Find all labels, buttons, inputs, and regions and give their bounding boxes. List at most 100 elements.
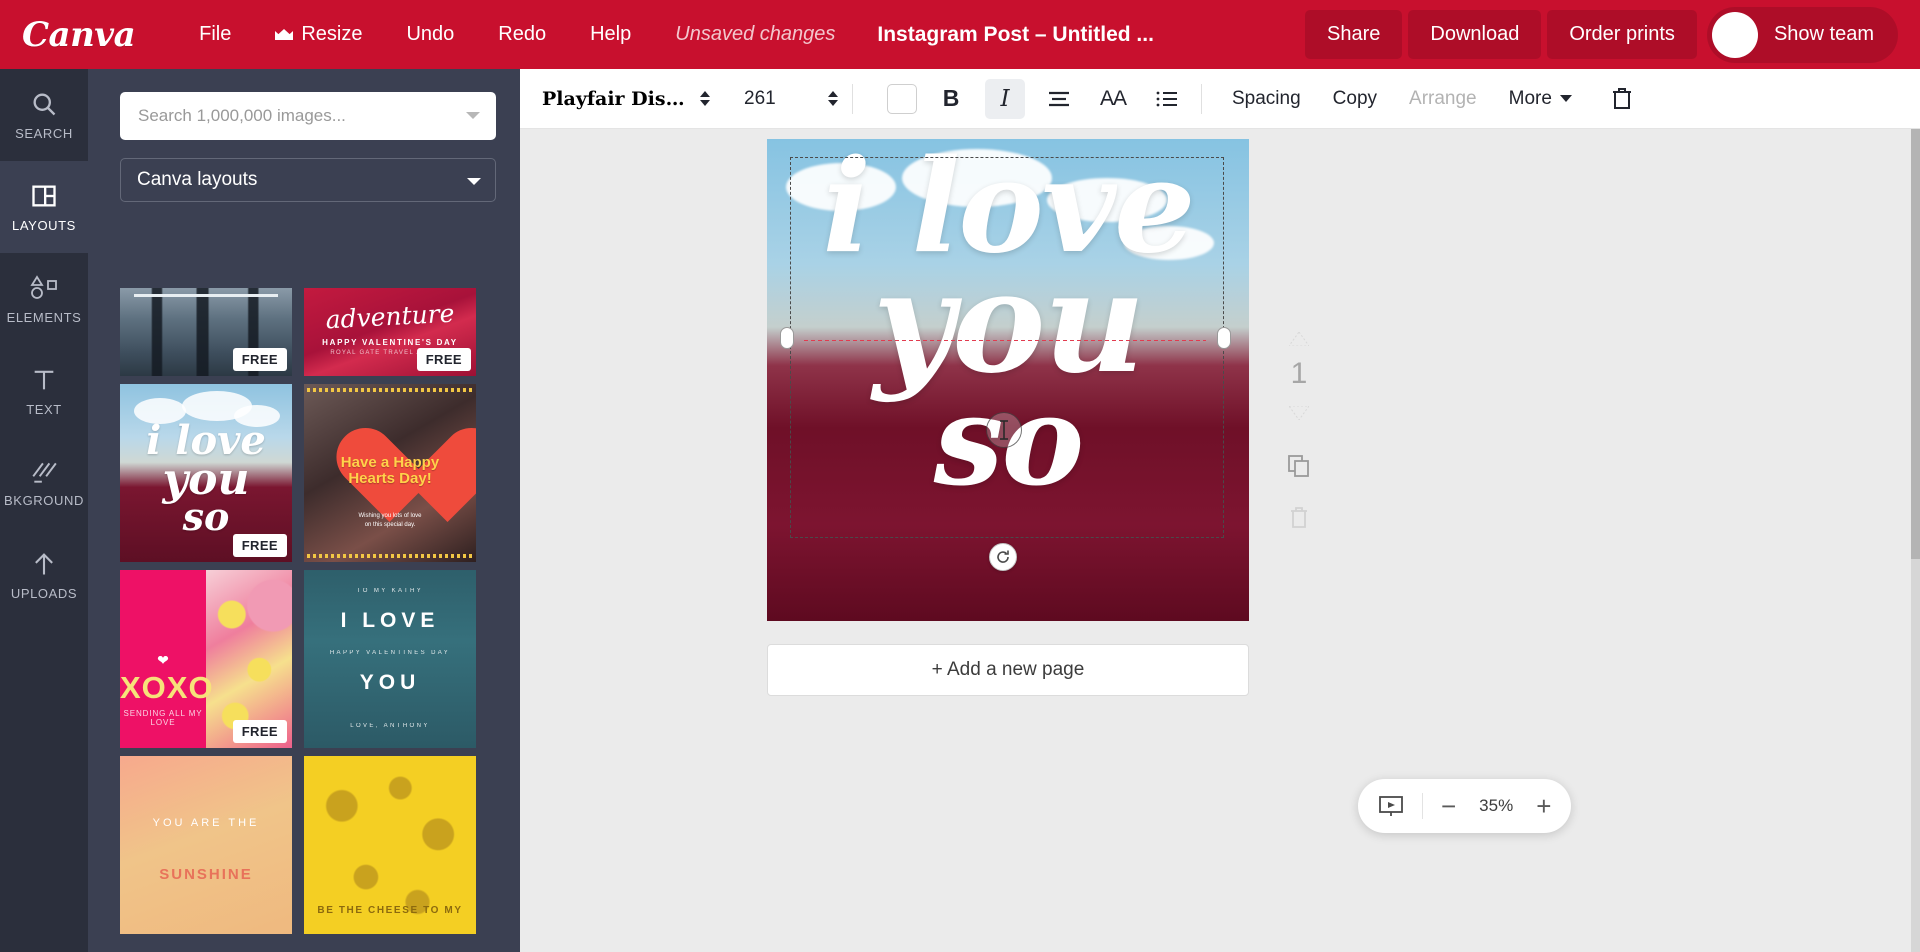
canva-logo[interactable]: Canva bbox=[22, 15, 136, 55]
cheese-art: BE THE CHEESE TO MY bbox=[304, 756, 476, 934]
arrange-button: Arrange bbox=[1409, 87, 1477, 109]
download-button[interactable]: Download bbox=[1408, 10, 1542, 59]
chevron-down-icon bbox=[467, 178, 481, 185]
present-icon[interactable] bbox=[1378, 794, 1404, 818]
show-team-button[interactable]: Show team bbox=[1706, 6, 1898, 63]
sidebar-label-layouts: LAYOUTS bbox=[12, 217, 76, 233]
sidebar-item-search[interactable]: SEARCH bbox=[0, 69, 88, 161]
font-size-value[interactable]: 261 bbox=[744, 88, 820, 110]
sidebar-item-elements[interactable]: ELEMENTS bbox=[0, 253, 88, 345]
design-line-2: you bbox=[872, 240, 1146, 405]
yat-line1: YOU ARE THE bbox=[152, 816, 260, 829]
zoom-in-button[interactable]: + bbox=[1536, 793, 1551, 819]
search-input[interactable] bbox=[120, 92, 496, 140]
alignment-guide bbox=[804, 340, 1206, 341]
i-love-you-teal-art: TO MY KATHY I LOVE HAPPY VALENTINES DAY … bbox=[304, 570, 476, 748]
layout-thumbnail-xoxo[interactable]: ❤ XOXO SENDING ALL MY LOVE FREE bbox=[120, 570, 292, 748]
layout-thumbnail-i-love-you-so[interactable]: i love you so FREE bbox=[120, 384, 292, 562]
delete-page-icon[interactable] bbox=[1279, 501, 1319, 535]
menu-help[interactable]: Help bbox=[574, 15, 647, 54]
sidebar-label-text: TEXT bbox=[26, 401, 62, 417]
font-family-stepper[interactable] bbox=[700, 91, 710, 106]
zoom-control: − 35% + bbox=[1358, 779, 1572, 833]
copy-button[interactable]: Copy bbox=[1317, 79, 1393, 119]
heart-icon: ❤ bbox=[157, 651, 169, 668]
cheese-line1: BE THE CHEESE TO MY bbox=[317, 905, 463, 917]
menu-undo-label: Undo bbox=[406, 23, 455, 45]
zoom-divider bbox=[1422, 793, 1423, 819]
trash-icon[interactable] bbox=[1602, 79, 1642, 119]
free-badge: FREE bbox=[232, 720, 287, 743]
ily-post: LOVE, ANTHONY bbox=[350, 723, 430, 730]
page-down-button[interactable] bbox=[1279, 399, 1319, 427]
you-are-the-art: YOU ARE THE SUNSHINE bbox=[120, 756, 292, 934]
text-case-button[interactable]: AA bbox=[1093, 79, 1133, 119]
page-up-button[interactable] bbox=[1279, 325, 1319, 353]
hearts-sub: Wishing you lots of love on this special… bbox=[358, 513, 422, 529]
text-color-swatch[interactable] bbox=[887, 83, 917, 114]
ily-big2: YOU bbox=[359, 671, 421, 695]
save-status: Unsaved changes bbox=[675, 23, 836, 45]
sidebar-label-background: BKGROUND bbox=[4, 492, 84, 508]
rotate-handle[interactable] bbox=[989, 543, 1017, 571]
sidebar-item-background[interactable]: BKGROUND bbox=[0, 437, 88, 529]
layout-thumbnail-grid: FREE adventure HAPPY VALENTINE'S DAY ROY… bbox=[120, 288, 486, 952]
layout-thumbnail-cheese[interactable]: BE THE CHEESE TO MY bbox=[304, 756, 476, 934]
free-badge: FREE bbox=[416, 348, 471, 371]
canvas-area[interactable]: i love you so + Add a new page 1 − 35% + bbox=[520, 129, 1920, 952]
left-rail: SEARCH LAYOUTS ELEMENTS TEXT BKGROUND UP… bbox=[0, 69, 88, 952]
xoxo-word: XOXO bbox=[120, 669, 214, 705]
resize-handle-right[interactable] bbox=[1217, 327, 1231, 349]
canvas-scrollbar[interactable] bbox=[1911, 129, 1920, 952]
category-select[interactable]: Canva layouts bbox=[120, 158, 496, 202]
background-icon bbox=[30, 459, 58, 485]
zoom-out-button[interactable]: − bbox=[1441, 793, 1456, 819]
text-icon bbox=[30, 366, 58, 394]
toolbar-divider bbox=[1201, 83, 1202, 114]
sidebar-label-uploads: UPLOADS bbox=[10, 585, 78, 601]
layout-thumbnail-you-are-the[interactable]: YOU ARE THE SUNSHINE bbox=[120, 756, 292, 934]
page-number: 1 bbox=[1290, 357, 1308, 390]
sidebar-label-elements: ELEMENTS bbox=[6, 309, 82, 325]
add-page-button[interactable]: + Add a new page bbox=[767, 644, 1249, 696]
layout-thumbnail-adventure[interactable]: adventure HAPPY VALENTINE'S DAY ROYAL GA… bbox=[304, 288, 476, 376]
menu-undo[interactable]: Undo bbox=[390, 15, 470, 54]
layout-thumbnail-happy-hearts-day[interactable]: Have a Happy Hearts Day! Wishing you lot… bbox=[304, 384, 476, 562]
layout-thumbnail-i-love-you-teal[interactable]: TO MY KATHY I LOVE HAPPY VALENTINES DAY … bbox=[304, 570, 476, 748]
italic-button[interactable]: I bbox=[985, 78, 1025, 119]
menu-file[interactable]: File bbox=[183, 15, 247, 54]
document-title[interactable]: Instagram Post – Untitled ... bbox=[863, 15, 1168, 55]
hearts-title: Have a Happy Hearts Day! bbox=[340, 454, 440, 487]
elements-icon bbox=[29, 274, 59, 302]
ily-big1: I LOVE bbox=[340, 609, 440, 633]
order-prints-button[interactable]: Order prints bbox=[1547, 10, 1697, 59]
bullet-list-icon[interactable] bbox=[1147, 79, 1187, 119]
spacing-button[interactable]: Spacing bbox=[1216, 79, 1317, 119]
menu-redo[interactable]: Redo bbox=[482, 15, 562, 54]
font-size-control[interactable]: 261 bbox=[744, 88, 838, 110]
top-bar: Canva File Resize Undo Redo Help Unsaved… bbox=[0, 0, 1920, 69]
layout-thumbnail-forest[interactable]: FREE bbox=[120, 288, 292, 376]
text-cursor-indicator bbox=[986, 412, 1022, 448]
align-left-icon[interactable] bbox=[1039, 79, 1079, 119]
menu-resize[interactable]: Resize bbox=[259, 15, 378, 54]
chevron-down-icon[interactable] bbox=[466, 112, 480, 119]
resize-handle-left[interactable] bbox=[780, 327, 794, 349]
adventure-line1: HAPPY VALENTINE'S DAY bbox=[322, 338, 458, 348]
font-size-stepper[interactable] bbox=[828, 91, 838, 106]
share-button[interactable]: Share bbox=[1305, 10, 1403, 59]
sidebar-item-uploads[interactable]: UPLOADS bbox=[0, 529, 88, 621]
bold-button[interactable]: B bbox=[931, 79, 971, 119]
font-family-control[interactable]: Playfair Displ... bbox=[542, 88, 710, 110]
font-family-value[interactable]: Playfair Displ... bbox=[542, 88, 692, 110]
duplicate-page-icon[interactable] bbox=[1279, 449, 1319, 483]
sidebar-item-layouts[interactable]: LAYOUTS bbox=[0, 161, 88, 253]
sidebar-item-text[interactable]: TEXT bbox=[0, 345, 88, 437]
menu-file-label: File bbox=[199, 23, 232, 45]
canvas-scrollbar-thumb[interactable] bbox=[1911, 129, 1920, 559]
upload-icon bbox=[30, 550, 58, 578]
ily-mid: HAPPY VALENTINES DAY bbox=[329, 650, 451, 657]
more-label: More bbox=[1508, 87, 1552, 109]
free-badge: FREE bbox=[232, 534, 287, 557]
more-button[interactable]: More bbox=[1493, 79, 1588, 119]
